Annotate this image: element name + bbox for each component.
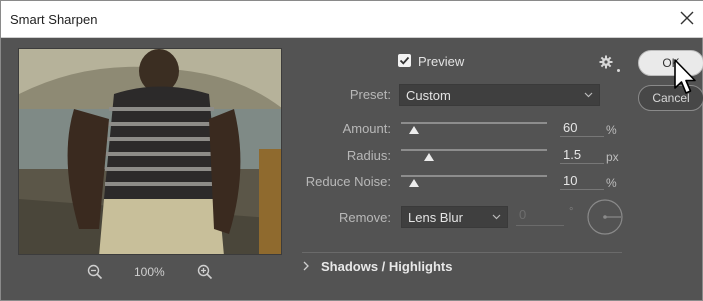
reduce-noise-value[interactable]: 10 (560, 173, 604, 190)
preset-select[interactable]: Custom (399, 84, 600, 106)
radius-label: Radius: (346, 148, 391, 163)
smart-sharpen-dialog: Smart Sharpen 100% Preview Preset: Custo… (0, 0, 703, 301)
radius-slider-track[interactable] (401, 149, 547, 151)
gear-menu-dot (617, 69, 620, 72)
window-title: Smart Sharpen (10, 12, 98, 27)
image-preview[interactable] (18, 48, 282, 255)
remove-value: Lens Blur (408, 210, 463, 225)
preset-label: Preset: (349, 87, 391, 102)
checkmark-icon (399, 56, 410, 65)
radius-unit: px (606, 150, 619, 164)
section-divider (302, 252, 622, 253)
preview-photo (19, 49, 281, 254)
remove-label: Remove: (338, 210, 391, 225)
reduce-noise-slider-thumb[interactable] (409, 179, 420, 187)
cursor-icon (674, 59, 696, 94)
radius-slider-thumb[interactable] (423, 153, 434, 161)
angle-value[interactable]: 0 (516, 207, 564, 226)
amount-label: Amount: (342, 121, 391, 136)
amount-unit: % (606, 123, 617, 137)
preview-checkbox[interactable] (398, 54, 411, 67)
remove-select[interactable]: Lens Blur (401, 206, 508, 228)
reduce-noise-slider-track[interactable] (401, 175, 547, 177)
gear-icon[interactable] (599, 55, 613, 69)
angle-dial-icon[interactable] (586, 198, 624, 236)
title-bar: Smart Sharpen (1, 1, 703, 38)
shadows-highlights-toggle[interactable]: Shadows / Highlights (321, 259, 452, 274)
reduce-noise-unit: % (606, 176, 617, 190)
zoom-level: 100% (134, 265, 165, 279)
close-icon[interactable] (676, 7, 698, 29)
amount-slider-thumb[interactable] (409, 126, 420, 134)
reduce-noise-label: Reduce Noise: (305, 174, 391, 189)
chevron-down-icon (584, 92, 593, 98)
chevron-right-icon[interactable] (302, 261, 310, 271)
radius-value[interactable]: 1.5 (560, 147, 604, 164)
preset-value: Custom (406, 88, 451, 103)
zoom-out-icon[interactable] (87, 264, 103, 280)
preview-label[interactable]: Preview (418, 54, 464, 69)
amount-value[interactable]: 60 (560, 120, 604, 137)
amount-slider-track[interactable] (401, 122, 547, 124)
chevron-down-icon (492, 214, 501, 220)
zoom-in-icon[interactable] (197, 264, 213, 280)
angle-unit: ° (569, 206, 574, 218)
